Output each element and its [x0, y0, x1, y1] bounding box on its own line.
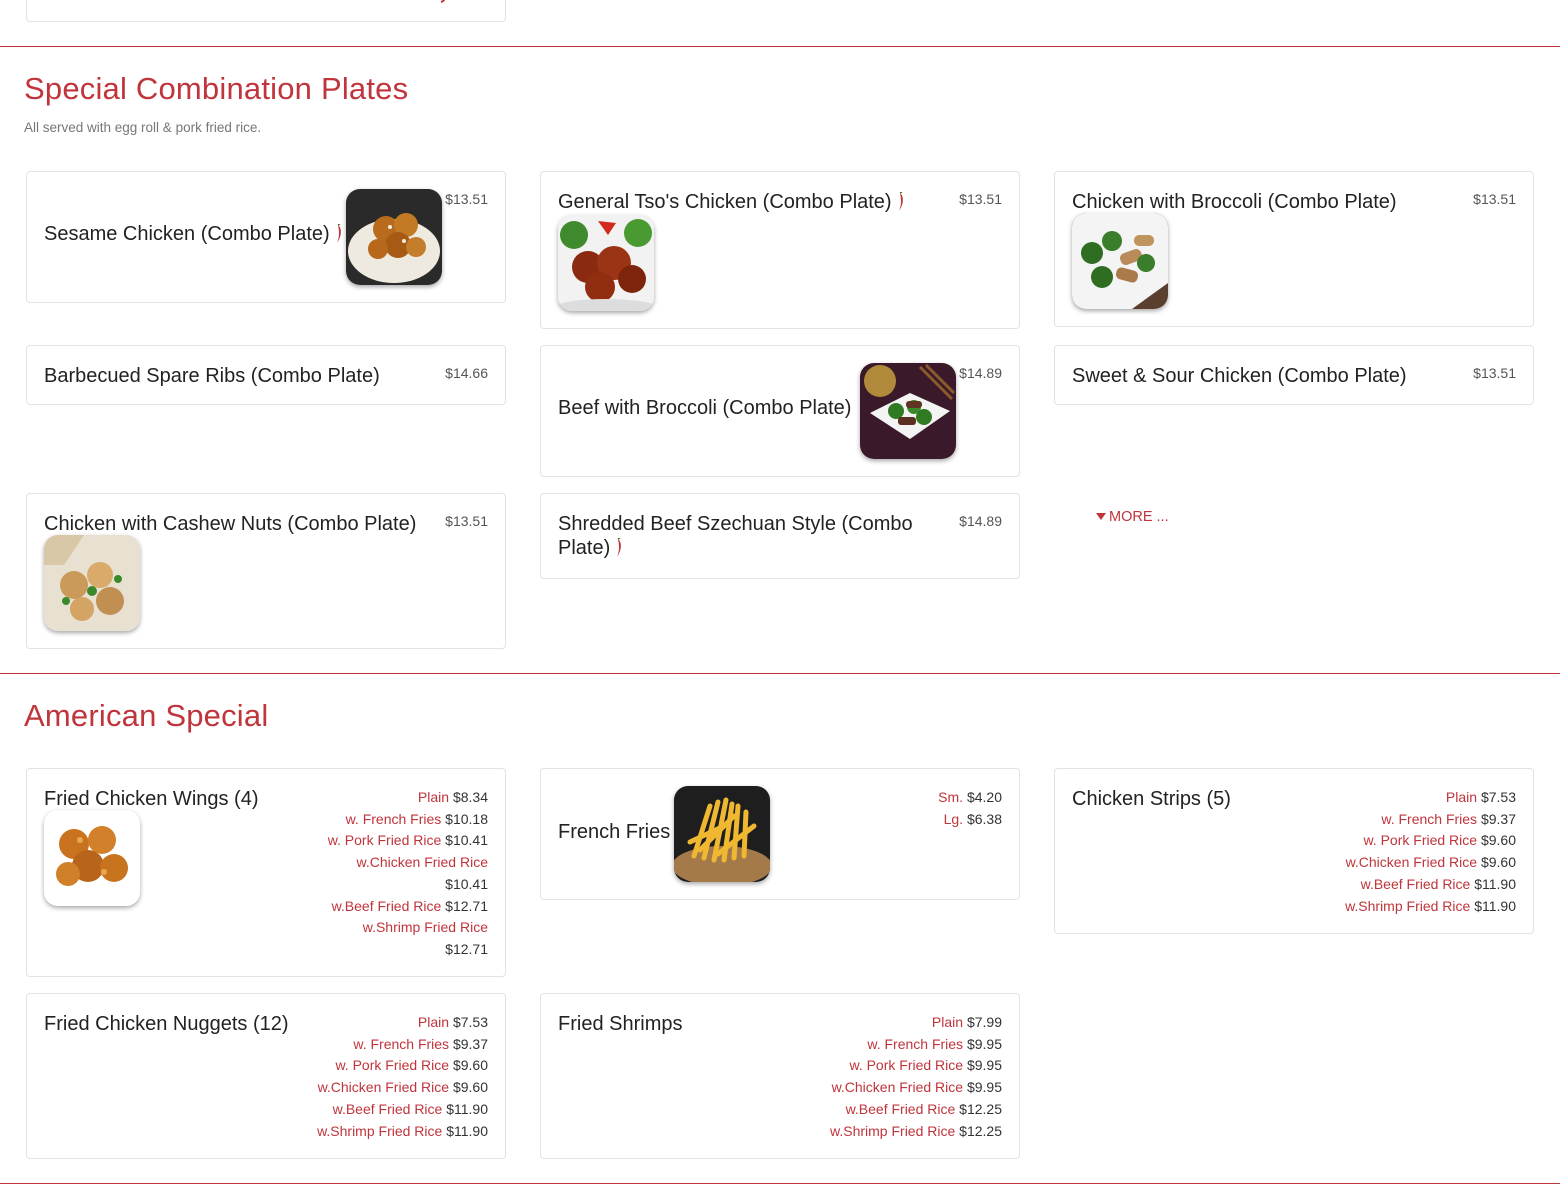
caret-down-icon: [1096, 513, 1106, 520]
more-items-link[interactable]: MORE ...: [1096, 509, 1169, 525]
menu-item-fried-shrimps[interactable]: Fried Shrimps Plain $7.99 w. French Frie…: [540, 993, 1020, 1159]
menu-item-fried-chicken-nuggets[interactable]: Fried Chicken Nuggets (12) Plain $7.53 w…: [26, 993, 506, 1159]
item-price: $13.51: [445, 191, 488, 207]
item-photo[interactable]: [674, 786, 770, 882]
menu-item-french-fries[interactable]: French Fries Sm. $4.20 Lg. $6.38: [540, 768, 1020, 900]
menu-item-sesame-chicken[interactable]: Sesame Chicken (Combo Plate) $13.51: [26, 171, 506, 303]
price-option[interactable]: Plain $7.99: [830, 1012, 1002, 1034]
price-option[interactable]: w.Chicken Fried Rice $9.60: [1345, 852, 1516, 874]
price-option[interactable]: w. French Fries $9.95: [830, 1034, 1002, 1056]
section-title-combo: Special Combination Plates: [24, 71, 409, 106]
price-option[interactable]: w.Chicken Fried Rice $10.41: [328, 852, 489, 895]
price-option[interactable]: w. Pork Fried Rice $9.60: [1345, 830, 1516, 852]
price-option[interactable]: w.Shrimp Fried Rice $12.71: [328, 917, 488, 960]
item-photo[interactable]: [44, 810, 140, 906]
price-option[interactable]: w. French Fries $9.37: [1345, 809, 1516, 831]
price-option[interactable]: Lg. $6.38: [938, 809, 1002, 831]
chili-pepper-icon: [898, 192, 903, 211]
price-option[interactable]: w. Pork Fried Rice $9.95: [830, 1055, 1002, 1077]
price-options: Plain $7.53 w. French Fries $9.37 w. Por…: [1345, 787, 1516, 917]
price-options: Sm. $4.20 Lg. $6.38: [938, 787, 1002, 830]
section-divider: [0, 46, 1560, 47]
item-name: French Fries: [558, 821, 671, 843]
price-option[interactable]: w. French Fries $9.37: [317, 1034, 488, 1056]
price-option[interactable]: w. Pork Fried Rice $10.41: [328, 830, 488, 852]
item-name: Beef with Broccoli (Combo Plate): [558, 397, 852, 419]
menu-item-sweet-sour-chicken[interactable]: Sweet & Sour Chicken (Combo Plate) $13.5…: [1054, 345, 1534, 405]
item-name: Shredded Beef Szechuan Style (Combo Plat…: [558, 513, 913, 559]
price-option[interactable]: w.Shrimp Fried Rice $12.25: [830, 1121, 1002, 1143]
item-name: Fried Shrimps: [558, 1013, 683, 1035]
price-option[interactable]: Plain $7.53: [317, 1012, 488, 1034]
menu-item-chicken-with-broccoli[interactable]: Chicken with Broccoli (Combo Plate) $13.…: [1054, 171, 1534, 327]
price-options: Plain $8.34 w. French Fries $10.18 w. Po…: [328, 787, 488, 961]
item-name: Chicken with Broccoli (Combo Plate): [1072, 191, 1397, 213]
menu-item-beef-with-broccoli[interactable]: Beef with Broccoli (Combo Plate) $14.89: [540, 345, 1020, 477]
partial-icon: [440, 0, 445, 3]
item-name: Sweet & Sour Chicken (Combo Plate): [1072, 365, 1407, 387]
price-option[interactable]: Plain $7.53: [1345, 787, 1516, 809]
price-options: Plain $7.99 w. French Fries $9.95 w. Por…: [830, 1012, 1002, 1142]
item-photo[interactable]: [860, 363, 956, 459]
item-price: $14.66: [445, 365, 488, 381]
menu-item-fried-chicken-wings[interactable]: Fried Chicken Wings (4) Plain $8.34 w. F…: [26, 768, 506, 977]
item-photo[interactable]: [346, 189, 442, 285]
menu-item-barbecued-spare-ribs[interactable]: Barbecued Spare Ribs (Combo Plate) $14.6…: [26, 345, 506, 405]
item-name: Chicken Strips (5): [1072, 788, 1231, 810]
price-option[interactable]: w.Shrimp Fried Rice $11.90: [317, 1121, 488, 1143]
price-option[interactable]: w.Shrimp Fried Rice $11.90: [1345, 896, 1516, 918]
price-options: Plain $7.53 w. French Fries $9.37 w. Por…: [317, 1012, 488, 1142]
price-option[interactable]: w. French Fries $10.18: [328, 809, 488, 831]
item-name: Fried Chicken Wings (4): [44, 788, 259, 810]
item-price: $13.51: [1473, 365, 1516, 381]
item-price: $14.89: [959, 365, 1002, 381]
item-photo[interactable]: [558, 215, 654, 311]
price-option[interactable]: w.Beef Fried Rice $12.25: [830, 1099, 1002, 1121]
item-photo[interactable]: [1072, 213, 1168, 309]
item-name: General Tso's Chicken (Combo Plate): [558, 190, 906, 214]
price-option[interactable]: w.Chicken Fried Rice $9.95: [830, 1077, 1002, 1099]
menu-item-shredded-beef-szechuan[interactable]: Shredded Beef Szechuan Style (Combo Plat…: [540, 493, 1020, 579]
item-price: $13.51: [959, 191, 1002, 207]
section-divider: [0, 1183, 1560, 1184]
price-option[interactable]: Sm. $4.20: [938, 787, 1002, 809]
item-name: Barbecued Spare Ribs (Combo Plate): [44, 365, 380, 387]
chili-pepper-icon: [617, 538, 622, 557]
menu-item-chicken-with-cashew-nuts[interactable]: Chicken with Cashew Nuts (Combo Plate) $…: [26, 493, 506, 649]
price-option[interactable]: w.Chicken Fried Rice $9.60: [317, 1077, 488, 1099]
item-name: Fried Chicken Nuggets (12): [44, 1013, 289, 1035]
price-option[interactable]: w.Beef Fried Rice $12.71: [328, 896, 488, 918]
item-photo[interactable]: [44, 535, 140, 631]
price-option[interactable]: w.Beef Fried Rice $11.90: [317, 1099, 488, 1121]
section-divider: [0, 673, 1560, 674]
item-price: $13.51: [1473, 191, 1516, 207]
item-name: Sesame Chicken (Combo Plate): [44, 222, 344, 246]
item-name: Chicken with Cashew Nuts (Combo Plate): [44, 513, 417, 535]
price-option[interactable]: Plain $8.34: [328, 787, 488, 809]
price-option[interactable]: w.Beef Fried Rice $11.90: [1345, 874, 1516, 896]
menu-item-general-tsos-chicken[interactable]: General Tso's Chicken (Combo Plate) $13.…: [540, 171, 1020, 329]
section-title-american: American Special: [24, 698, 269, 733]
chili-pepper-icon: [336, 224, 341, 243]
item-price: $13.51: [445, 513, 488, 529]
item-price: $14.89: [959, 513, 1002, 529]
menu-item-chicken-strips[interactable]: Chicken Strips (5) Plain $7.53 w. French…: [1054, 768, 1534, 934]
price-option[interactable]: w. Pork Fried Rice $9.60: [317, 1055, 488, 1077]
previous-section-card[interactable]: [26, 0, 506, 22]
section-subtitle-combo: All served with egg roll & pork fried ri…: [24, 120, 262, 135]
